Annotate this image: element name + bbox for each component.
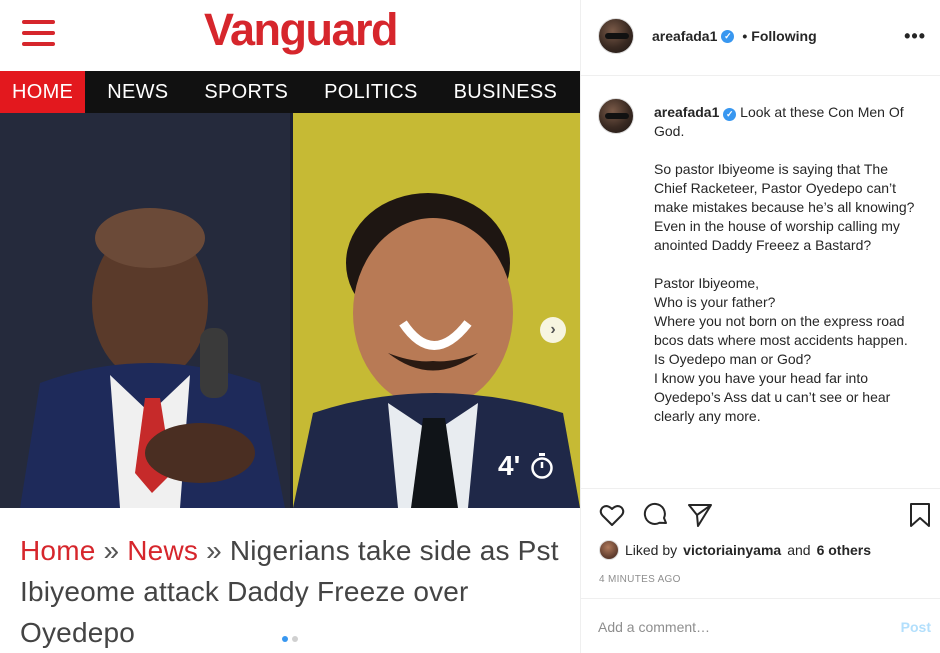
avatar[interactable] xyxy=(598,98,634,134)
photo-man-with-microphone xyxy=(0,113,290,508)
more-options-button[interactable]: ••• xyxy=(904,26,926,47)
carousel-dot xyxy=(292,636,298,642)
hamburger-menu-icon xyxy=(22,20,55,46)
article-headline: Home » News » Nigerians take side as Pst… xyxy=(20,530,570,653)
post-image[interactable]: Vanguard HOME NEWS SPORTS POLITICS BUSIN… xyxy=(0,0,580,653)
vanguard-nav: HOME NEWS SPORTS POLITICS BUSINESS xyxy=(0,71,580,113)
breadcrumb-home: Home xyxy=(20,535,96,566)
verified-badge-icon: ✓ xyxy=(723,108,737,121)
liked-and-label: and xyxy=(787,542,811,558)
username-link[interactable]: areafada1 xyxy=(652,28,717,44)
avatar[interactable] xyxy=(598,18,634,54)
heart-icon[interactable] xyxy=(598,501,626,529)
post-header: areafada1 ✓ • Following ••• xyxy=(581,0,940,76)
video-duration-label: 4' xyxy=(498,450,521,481)
separator-dot: • xyxy=(742,28,748,44)
headline-text: Nigerians take side as Pst Ibiyeome atta… xyxy=(20,535,559,648)
vanguard-logo: Vanguard xyxy=(204,4,399,55)
action-bar xyxy=(581,488,940,540)
next-slide-button[interactable]: › xyxy=(540,317,566,343)
liked-user-link[interactable]: victoriainyama xyxy=(683,542,781,558)
vanguard-header: Vanguard xyxy=(0,0,580,71)
breadcrumb-news: News xyxy=(127,535,199,566)
post-timestamp[interactable]: 4 MINUTES AGO xyxy=(599,574,681,585)
carousel-dot-active xyxy=(282,636,288,642)
nav-item-politics: POLITICS xyxy=(324,81,418,103)
video-duration: 4' xyxy=(498,450,554,482)
verified-badge-icon: ✓ xyxy=(721,29,735,43)
caption-area: areafada1 ✓ Look at these Con Men Of God… xyxy=(581,76,940,488)
breadcrumb-separator: » xyxy=(206,535,222,566)
photo-smiling-man xyxy=(293,113,580,508)
comment-icon[interactable] xyxy=(642,501,670,529)
nav-item-news: NEWS xyxy=(107,81,169,103)
share-icon[interactable] xyxy=(686,501,714,529)
nav-item-sports: SPORTS xyxy=(204,81,289,103)
bookmark-icon[interactable] xyxy=(906,501,934,529)
nav-item-business: BUSINESS xyxy=(453,81,558,103)
likes-summary: Liked by victoriainyama and 6 others xyxy=(599,540,871,560)
caption-username[interactable]: areafada1 xyxy=(654,104,719,120)
liked-others-link[interactable]: 6 others xyxy=(817,542,871,558)
liked-by-label: Liked by xyxy=(625,542,678,558)
following-button[interactable]: Following xyxy=(751,28,816,44)
breadcrumb-separator: » xyxy=(103,535,120,566)
caption-text: Look at these Con Men Of God. So pastor … xyxy=(654,104,915,424)
article-photo xyxy=(0,113,580,508)
post-comment-button[interactable]: Post xyxy=(901,619,931,635)
post-author: areafada1 ✓ • Following xyxy=(652,28,817,44)
comment-input[interactable]: Add a comment… xyxy=(598,619,710,635)
nav-item-home: HOME xyxy=(0,71,86,113)
avatar[interactable] xyxy=(599,540,619,560)
comment-bar: Add a comment… Post xyxy=(581,598,940,653)
stopwatch-icon xyxy=(531,453,553,479)
caption: areafada1 ✓ Look at these Con Men Of God… xyxy=(654,103,924,426)
carousel-dots xyxy=(282,636,298,642)
post-panel: areafada1 ✓ • Following ••• areafada1 ✓ … xyxy=(580,0,940,653)
